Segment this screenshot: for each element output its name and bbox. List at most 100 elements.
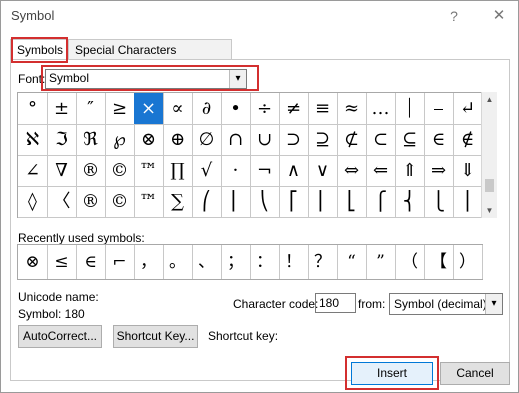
- symbol-cell[interactable]: ∇: [47, 155, 77, 187]
- shortcut-key-button[interactable]: Shortcut Key...: [113, 325, 198, 348]
- insert-button[interactable]: Insert: [351, 362, 433, 385]
- symbol-cell[interactable]: ⎡: [279, 186, 309, 218]
- symbol-cell[interactable]: °: [18, 93, 48, 125]
- recent-symbol-cell[interactable]: ：: [250, 245, 280, 279]
- recent-symbol-cell[interactable]: ≤: [47, 245, 77, 279]
- recent-symbol-cell[interactable]: ；: [221, 245, 251, 279]
- recent-symbol-cell[interactable]: ，: [134, 245, 164, 279]
- symbol-cell[interactable]: ×: [134, 93, 164, 125]
- symbol-cell[interactable]: ⎯: [424, 93, 454, 125]
- symbol-cell[interactable]: ◊: [18, 186, 48, 218]
- scroll-up-icon[interactable]: ▲: [482, 92, 497, 107]
- symbol-cell[interactable]: ⊗: [134, 124, 164, 156]
- symbol-cell[interactable]: ↵: [453, 93, 483, 125]
- symbol-cell[interactable]: ⎣: [337, 186, 367, 218]
- symbol-cell[interactable]: ⎢: [308, 186, 338, 218]
- symbol-cell[interactable]: ⊇: [308, 124, 338, 156]
- symbol-cell[interactable]: ∩: [221, 124, 251, 156]
- chevron-down-icon[interactable]: ▾: [229, 70, 246, 88]
- help-button[interactable]: ?: [441, 5, 467, 27]
- symbol-cell[interactable]: ∉: [453, 124, 483, 156]
- symbol-cell[interactable]: ⊆: [395, 124, 425, 156]
- symbol-cell[interactable]: ∑: [163, 186, 193, 218]
- symbol-cell[interactable]: ©: [105, 155, 135, 187]
- symbol-cell[interactable]: ∏: [163, 155, 193, 187]
- symbol-cell[interactable]: ±: [47, 93, 77, 125]
- symbol-cell[interactable]: ⊄: [337, 124, 367, 156]
- symbol-cell[interactable]: ⇐: [366, 155, 396, 187]
- symbol-cell[interactable]: ⎩: [424, 186, 454, 218]
- symbol-cell[interactable]: ℘: [105, 124, 135, 156]
- symbol-cell[interactable]: ∅: [192, 124, 222, 156]
- cancel-button[interactable]: Cancel: [440, 362, 510, 385]
- symbol-cell[interactable]: ″: [76, 93, 106, 125]
- recent-symbol-cell[interactable]: “: [337, 245, 367, 279]
- recent-symbol-cell[interactable]: ∈: [76, 245, 106, 279]
- symbol-cell[interactable]: ™: [134, 155, 164, 187]
- symbol-cell[interactable]: ⇒: [424, 155, 454, 187]
- scroll-thumb[interactable]: [485, 179, 494, 192]
- symbol-cell[interactable]: √: [192, 155, 222, 187]
- symbol-cell[interactable]: ⎨: [395, 186, 425, 218]
- recent-symbol-cell[interactable]: ⌐: [105, 245, 135, 279]
- symbol-cell[interactable]: ∝: [163, 93, 193, 125]
- symbol-cell[interactable]: ¬: [250, 155, 280, 187]
- symbol-cell[interactable]: ™: [134, 186, 164, 218]
- from-select[interactable]: Symbol (decimal) ▾: [389, 293, 503, 315]
- recent-symbol-cell[interactable]: ”: [366, 245, 396, 279]
- symbol-cell[interactable]: ©: [105, 186, 135, 218]
- symbol-grid: ° ± ″ ≥ × ∝ ∂ • ÷ ≠ ≡ ≈… ⏐ ⎯ ↵ ℵ ℑ ℜ ℘ ⊗ ⊕ ∅ ∩ ∪ ⊃ ⊇ ⊄ ⊂ ⊆ ∈ ∉ ∠ ∇ ® © ™ ∏ √ ⋅…: [17, 92, 483, 218]
- symbol-cell[interactable]: ∨: [308, 155, 338, 187]
- symbol-cell[interactable]: ®: [76, 155, 106, 187]
- symbol-cell[interactable]: ℑ: [47, 124, 77, 156]
- tab-special-characters[interactable]: Special Characters: [68, 39, 232, 60]
- symbol-cell[interactable]: ≈: [337, 93, 367, 125]
- symbol-cell[interactable]: ℵ: [18, 124, 48, 156]
- symbol-cell[interactable]: ⏐: [395, 93, 425, 125]
- symbol-cell[interactable]: ⎝: [250, 186, 280, 218]
- symbol-cell[interactable]: ⎜: [221, 186, 251, 218]
- symbol-cell[interactable]: ®: [76, 186, 106, 218]
- font-select[interactable]: Symbol ▾: [45, 69, 247, 89]
- close-button[interactable]: ✕: [486, 5, 512, 27]
- tab-symbols[interactable]: Symbols: [10, 39, 70, 61]
- symbol-cell[interactable]: ∠: [18, 155, 48, 187]
- chevron-down-icon[interactable]: ▾: [485, 294, 502, 314]
- grid-scrollbar[interactable]: ▲ ▼: [481, 92, 497, 218]
- symbol-cell[interactable]: ⊂: [366, 124, 396, 156]
- symbol-cell[interactable]: ∪: [250, 124, 280, 156]
- recent-symbol-cell[interactable]: 。: [163, 245, 193, 279]
- symbol-cell[interactable]: ℜ: [76, 124, 106, 156]
- symbol-cell[interactable]: ≡: [308, 93, 338, 125]
- recent-symbol-cell[interactable]: ）: [453, 245, 483, 279]
- symbol-cell[interactable]: ⋅: [221, 155, 251, 187]
- symbol-cell[interactable]: •: [221, 93, 251, 125]
- symbol-dialog: Symbol ? ✕ Symbols Special Characters Fo…: [0, 0, 519, 393]
- symbol-cell[interactable]: ≥: [105, 93, 135, 125]
- recent-symbol-cell[interactable]: ⊗: [18, 245, 48, 279]
- autocorrect-button[interactable]: AutoCorrect...: [18, 325, 102, 348]
- symbol-cell[interactable]: ⎪: [453, 186, 483, 218]
- font-label: Font:: [18, 72, 46, 86]
- recent-symbol-cell[interactable]: ！: [279, 245, 309, 279]
- character-code-input[interactable]: 180: [315, 293, 356, 313]
- symbol-cell[interactable]: ÷: [250, 93, 280, 125]
- symbol-cell[interactable]: ⇓: [453, 155, 483, 187]
- symbol-cell[interactable]: ⊕: [163, 124, 193, 156]
- symbol-cell[interactable]: ⇑: [395, 155, 425, 187]
- symbol-cell[interactable]: ≠: [279, 93, 309, 125]
- recent-symbol-cell[interactable]: （: [395, 245, 425, 279]
- symbol-cell[interactable]: ⊃: [279, 124, 309, 156]
- recent-symbol-cell[interactable]: 【: [424, 245, 454, 279]
- symbol-cell[interactable]: ∈: [424, 124, 454, 156]
- symbol-cell[interactable]: ∧: [279, 155, 309, 187]
- recent-symbol-cell[interactable]: ？: [308, 245, 338, 279]
- symbol-cell[interactable]: ⇔: [337, 155, 367, 187]
- symbol-cell[interactable]: ⎧: [366, 186, 396, 218]
- symbol-cell[interactable]: ∂: [192, 93, 222, 125]
- scroll-down-icon[interactable]: ▼: [482, 203, 497, 218]
- symbol-cell[interactable]: 〈: [47, 186, 77, 218]
- symbol-cell[interactable]: ⎛: [192, 186, 222, 218]
- recent-symbol-cell[interactable]: 、: [192, 245, 222, 279]
- symbol-cell[interactable]: …: [366, 93, 396, 125]
